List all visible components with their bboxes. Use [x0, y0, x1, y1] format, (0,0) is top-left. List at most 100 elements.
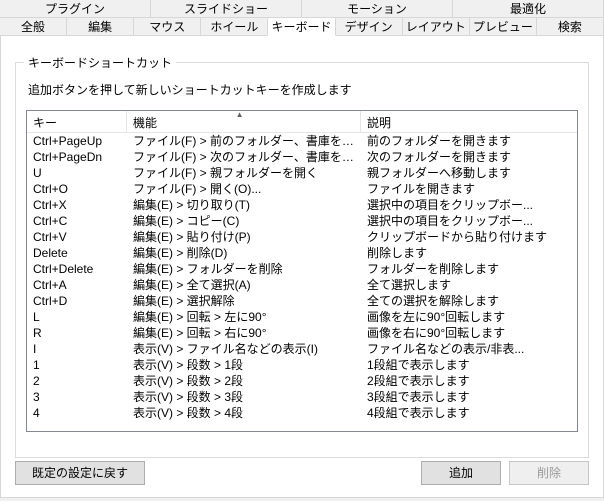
tab-1[interactable]: スライドショー	[150, 0, 302, 18]
cell-description: ファイル名などの表示/非表...	[361, 341, 577, 357]
cell-function: 編集(E) > コピー(C)	[127, 213, 361, 229]
tab-3[interactable]: 最適化	[452, 0, 604, 18]
group-title: キーボードショートカット	[24, 54, 176, 71]
tab-row-2: 全般編集マウスホイールキーボードデザインレイアウトプレビュー検索	[0, 18, 604, 36]
column-header-description[interactable]: 説明	[361, 111, 577, 132]
cell-key: L	[27, 309, 127, 325]
cell-function: 編集(E) > 全て選択(A)	[127, 277, 361, 293]
cell-function: 編集(E) > 切り取り(T)	[127, 197, 361, 213]
column-header-function-label: 機能	[133, 116, 157, 130]
cell-key: Ctrl+D	[27, 293, 127, 309]
cell-function: 編集(E) > 貼り付け(P)	[127, 229, 361, 245]
settings-dialog: プラグインスライドショーモーション最適化 全般編集マウスホイールキーボードデザイ…	[0, 0, 604, 501]
table-row[interactable]: R編集(E) > 回転 > 右に90°画像を右に90°回転します	[27, 325, 577, 341]
cell-description: 2段組で表示します	[361, 373, 577, 389]
cell-function: 表示(V) > 段数 > 4段	[127, 405, 361, 421]
cell-description: 1段組で表示します	[361, 357, 577, 373]
table-row[interactable]: 3表示(V) > 段数 > 3段3段組で表示します	[27, 389, 577, 405]
tab-5[interactable]: デザイン	[335, 17, 403, 36]
table-row[interactable]: Ctrl+PageDnファイル(F) > 次のフォルダー、書庫を開く次のフォルダ…	[27, 149, 577, 165]
cell-key: R	[27, 325, 127, 341]
cell-key: Ctrl+O	[27, 181, 127, 197]
cell-function: 表示(V) > 段数 > 2段	[127, 373, 361, 389]
cell-key: Ctrl+PageUp	[27, 133, 127, 149]
cell-key: Ctrl+Delete	[27, 261, 127, 277]
cell-function: 表示(V) > ファイル名などの表示(I)	[127, 341, 361, 357]
cell-description: 次のフォルダーを開きます	[361, 149, 577, 165]
cell-function: 表示(V) > 段数 > 3段	[127, 389, 361, 405]
table-row[interactable]: Ctrl+Delete編集(E) > フォルダーを削除フォルダーを削除します	[27, 261, 577, 277]
shortcut-list[interactable]: キー 機能 ▲ 説明 Ctrl+PageUpファイル(F) > 前のフォルダー、…	[26, 110, 578, 432]
tab-strip: プラグインスライドショーモーション最適化 全般編集マウスホイールキーボードデザイ…	[0, 0, 604, 36]
tab-0[interactable]: プラグイン	[0, 0, 151, 18]
cell-description: 4段組で表示します	[361, 405, 577, 421]
tab-4[interactable]: キーボード	[267, 17, 335, 36]
cell-key: Ctrl+A	[27, 277, 127, 293]
table-row[interactable]: Ctrl+X編集(E) > 切り取り(T)選択中の項目をクリップボー...	[27, 197, 577, 213]
column-header-key[interactable]: キー	[27, 111, 127, 132]
table-row[interactable]: 4表示(V) > 段数 > 4段4段組で表示します	[27, 405, 577, 421]
tab-6[interactable]: レイアウト	[402, 17, 470, 36]
cell-description: 削除します	[361, 245, 577, 261]
cell-description: 親フォルダーへ移動します	[361, 165, 577, 181]
cell-key: Ctrl+V	[27, 229, 127, 245]
table-row[interactable]: 2表示(V) > 段数 > 2段2段組で表示します	[27, 373, 577, 389]
cell-description: 選択中の項目をクリップボー...	[361, 213, 577, 229]
cell-function: ファイル(F) > 親フォルダーを開く	[127, 165, 361, 181]
cell-key: 4	[27, 405, 127, 421]
tab-2[interactable]: マウス	[133, 17, 201, 36]
cell-description: ファイルを開きます	[361, 181, 577, 197]
cell-description: フォルダーを削除します	[361, 261, 577, 277]
cell-key: Delete	[27, 245, 127, 261]
table-row[interactable]: Ctrl+D編集(E) > 選択解除全ての選択を解除します	[27, 293, 577, 309]
button-row: 既定の設定に戻す 追加 削除	[15, 461, 589, 485]
cell-key: Ctrl+PageDn	[27, 149, 127, 165]
table-row[interactable]: Ctrl+C編集(E) > コピー(C)選択中の項目をクリップボー...	[27, 213, 577, 229]
table-row[interactable]: Ctrl+Oファイル(F) > 開く(O)...ファイルを開きます	[27, 181, 577, 197]
cell-description: クリップボードから貼り付けます	[361, 229, 577, 245]
cell-key: 3	[27, 389, 127, 405]
cell-key: 2	[27, 373, 127, 389]
cell-key: U	[27, 165, 127, 181]
table-row[interactable]: Ctrl+A編集(E) > 全て選択(A)全て選択します	[27, 277, 577, 293]
cell-function: 編集(E) > 選択解除	[127, 293, 361, 309]
tab-0[interactable]: 全般	[0, 17, 67, 36]
tab-7[interactable]: プレビュー	[469, 17, 537, 36]
reset-defaults-button[interactable]: 既定の設定に戻す	[15, 461, 145, 485]
cell-description: 選択中の項目をクリップボー...	[361, 197, 577, 213]
cell-function: ファイル(F) > 次のフォルダー、書庫を開く	[127, 149, 361, 165]
cell-description: 画像を右に90°回転します	[361, 325, 577, 341]
cell-function: 編集(E) > 削除(D)	[127, 245, 361, 261]
column-header-function[interactable]: 機能 ▲	[127, 111, 361, 132]
cell-description: 全て選択します	[361, 277, 577, 293]
delete-button: 削除	[509, 461, 589, 485]
cell-function: 表示(V) > 段数 > 1段	[127, 357, 361, 373]
list-header: キー 機能 ▲ 説明	[27, 111, 577, 133]
tab-2[interactable]: モーション	[301, 0, 453, 18]
tab-8[interactable]: 検索	[536, 17, 604, 36]
tab-row-1: プラグインスライドショーモーション最適化	[0, 0, 604, 18]
table-row[interactable]: Ctrl+V編集(E) > 貼り付け(P)クリップボードから貼り付けます	[27, 229, 577, 245]
cell-key: Ctrl+C	[27, 213, 127, 229]
table-row[interactable]: Ctrl+PageUpファイル(F) > 前のフォルダー、書庫を開く前のフォルダ…	[27, 133, 577, 149]
cell-description: 前のフォルダーを開きます	[361, 133, 577, 149]
tab-3[interactable]: ホイール	[200, 17, 268, 36]
cell-description: 3段組で表示します	[361, 389, 577, 405]
list-body[interactable]: Ctrl+PageUpファイル(F) > 前のフォルダー、書庫を開く前のフォルダ…	[27, 133, 577, 431]
cell-key: 1	[27, 357, 127, 373]
table-row[interactable]: I表示(V) > ファイル名などの表示(I)ファイル名などの表示/非表...	[27, 341, 577, 357]
add-button[interactable]: 追加	[421, 461, 501, 485]
cell-function: ファイル(F) > 前のフォルダー、書庫を開く	[127, 133, 361, 149]
cell-key: Ctrl+X	[27, 197, 127, 213]
cell-key: I	[27, 341, 127, 357]
cell-function: 編集(E) > フォルダーを削除	[127, 261, 361, 277]
table-row[interactable]: Uファイル(F) > 親フォルダーを開く親フォルダーへ移動します	[27, 165, 577, 181]
sort-asc-icon: ▲	[236, 111, 244, 119]
cell-function: ファイル(F) > 開く(O)...	[127, 181, 361, 197]
cell-description: 全ての選択を解除します	[361, 293, 577, 309]
tab-1[interactable]: 編集	[66, 17, 134, 36]
table-row[interactable]: Delete編集(E) > 削除(D)削除します	[27, 245, 577, 261]
table-row[interactable]: L編集(E) > 回転 > 左に90°画像を左に90°回転します	[27, 309, 577, 325]
table-row[interactable]: 1表示(V) > 段数 > 1段1段組で表示します	[27, 357, 577, 373]
cell-function: 編集(E) > 回転 > 右に90°	[127, 325, 361, 341]
